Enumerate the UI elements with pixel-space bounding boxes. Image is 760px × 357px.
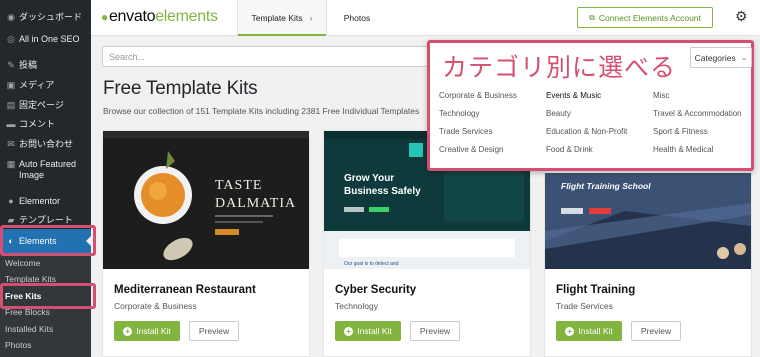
media-icon: ▣ [6,80,16,90]
annotation-text: カテゴリ別に選べる [442,54,677,82]
plus-icon: + [344,326,354,336]
chevron-right-icon: › [309,12,313,23]
kit-category: Trade Services [556,301,613,311]
category-option[interactable]: Beauty [546,109,571,118]
page-icon: ▤ [6,100,16,110]
top-header: ●envatoelements Template Kits › Photos ⧉… [91,0,760,36]
thumb-heading-1: Flight Training School [561,181,651,191]
kit-category: Corporate & Business [114,301,197,311]
elementor-icon: ● [8,196,14,206]
category-option[interactable]: Corporate & Business [439,91,517,100]
tab-photos[interactable]: Photos [327,0,387,35]
seo-icon: ◎ [7,34,15,44]
preview-button[interactable]: Preview [631,321,681,341]
mail-icon: ✉ [7,139,15,149]
sidebar-item-seo[interactable]: ◎ All in One SEO [0,34,91,45]
connect-account-button[interactable]: ⧉ Connect Elements Account [577,7,713,28]
sidebar-item-pages[interactable]: ▤ 固定ページ [0,100,91,111]
category-option[interactable]: Creative & Design [439,145,503,154]
sidebar-item-posts[interactable]: ✎ 投稿 [0,60,91,71]
sidebar-item-label: 投稿 [19,60,38,70]
highlight-elements [0,225,96,256]
category-option[interactable]: Food & Drink [546,145,593,154]
thumb-heading-1: TASTE [215,178,262,193]
sidebar-item-comments[interactable]: ▬ コメント [0,119,91,130]
page-subtitle: Browse our collection of 151 Template Ki… [103,106,420,116]
category-option[interactable]: Health & Medical [653,145,713,154]
categories-dropdown-panel: カテゴリ別に選べる Categories ⌄ Corporate & Busin… [427,40,754,171]
kit-title[interactable]: Mediterranean Restaurant [114,284,256,296]
sidebar-item-media[interactable]: ▣ メディア [0,80,91,91]
sidebar-item-label: Elementor [19,196,61,206]
category-option[interactable]: Technology [439,109,479,118]
image-icon: ▦ [6,159,16,169]
sidebar-item-dashboard[interactable]: ◉ ダッシュボード [0,12,91,23]
sidebar-item-label: コメント [19,119,56,129]
sidebar-item-label: All in One SEO [19,34,80,44]
thumb-heading-2: Business Safely [344,186,421,197]
plus-icon: + [123,326,133,336]
sidebar-item-label: ダッシュボード [19,12,83,22]
sidebar-item-label: メディア [19,80,55,90]
install-kit-button[interactable]: + Install Kit [114,321,180,341]
sidebar-item-label: Auto Featured Image [19,159,77,180]
categories-dropdown[interactable]: Categories ⌄ [690,47,752,68]
comment-icon: ▬ [6,119,16,129]
category-option[interactable]: Travel & Accommodation [653,109,742,118]
dashboard-icon: ◉ [7,12,15,22]
restaurant-thumbnail-art: TASTE DALMATIA [103,131,309,269]
preview-button[interactable]: Preview [189,321,239,341]
envato-elements-logo[interactable]: ●envatoelements [101,8,218,26]
preview-button[interactable]: Preview [410,321,460,341]
category-option[interactable]: Misc [653,91,669,100]
plus-icon: + [565,326,575,336]
external-link-icon: ⧉ [589,12,595,22]
kit-title[interactable]: Flight Training [556,284,635,296]
tab-label: Template Kits [251,12,303,23]
search-input[interactable]: Search... [102,46,434,67]
sidebar-item-auto-featured-image[interactable]: ▦ Auto Featured Image [0,159,91,181]
chevron-down-icon: ⌄ [740,53,748,62]
tab-label: Photos [343,12,371,23]
submenu-photos[interactable]: Photos [5,340,31,350]
sidebar-item-label: 固定ページ [19,100,64,110]
gear-icon[interactable]: ⚙ [735,8,748,25]
kit-category: Technology [335,301,379,311]
sidebar-item-contact[interactable]: ✉ お問い合わせ [0,139,91,150]
category-option[interactable]: Trade Services [439,127,493,136]
thumb-heading-1: Grow Your [344,173,394,184]
sidebar-item-elementor[interactable]: ● Elementor [0,196,91,207]
category-option[interactable]: Education & Non-Profit [546,127,627,136]
tab-template-kits[interactable]: Template Kits › [237,0,327,36]
thumb-caption: Our goal is to detect and [344,261,399,267]
category-option[interactable]: Events & Music [546,91,601,100]
kit-card-mediterranean[interactable]: TASTE DALMATIA Mediterranean Restaurant … [102,130,310,357]
submenu-installed-kits[interactable]: Installed Kits [5,324,53,334]
submenu-welcome[interactable]: Welcome [5,258,40,268]
category-option[interactable]: Sport & Fitness [653,127,708,136]
install-kit-button[interactable]: + Install Kit [335,321,401,341]
leaf-icon: ● [101,10,108,24]
install-kit-button[interactable]: + Install Kit [556,321,622,341]
sidebar-item-label: お問い合わせ [19,139,74,149]
highlight-free-kits [0,283,96,309]
thumb-heading-2: DALMATIA [215,196,296,211]
page-title: Free Template Kits [103,78,258,99]
kit-thumbnail[interactable]: TASTE DALMATIA [103,131,309,269]
kit-title[interactable]: Cyber Security [335,284,416,296]
pin-icon: ✎ [7,60,15,70]
